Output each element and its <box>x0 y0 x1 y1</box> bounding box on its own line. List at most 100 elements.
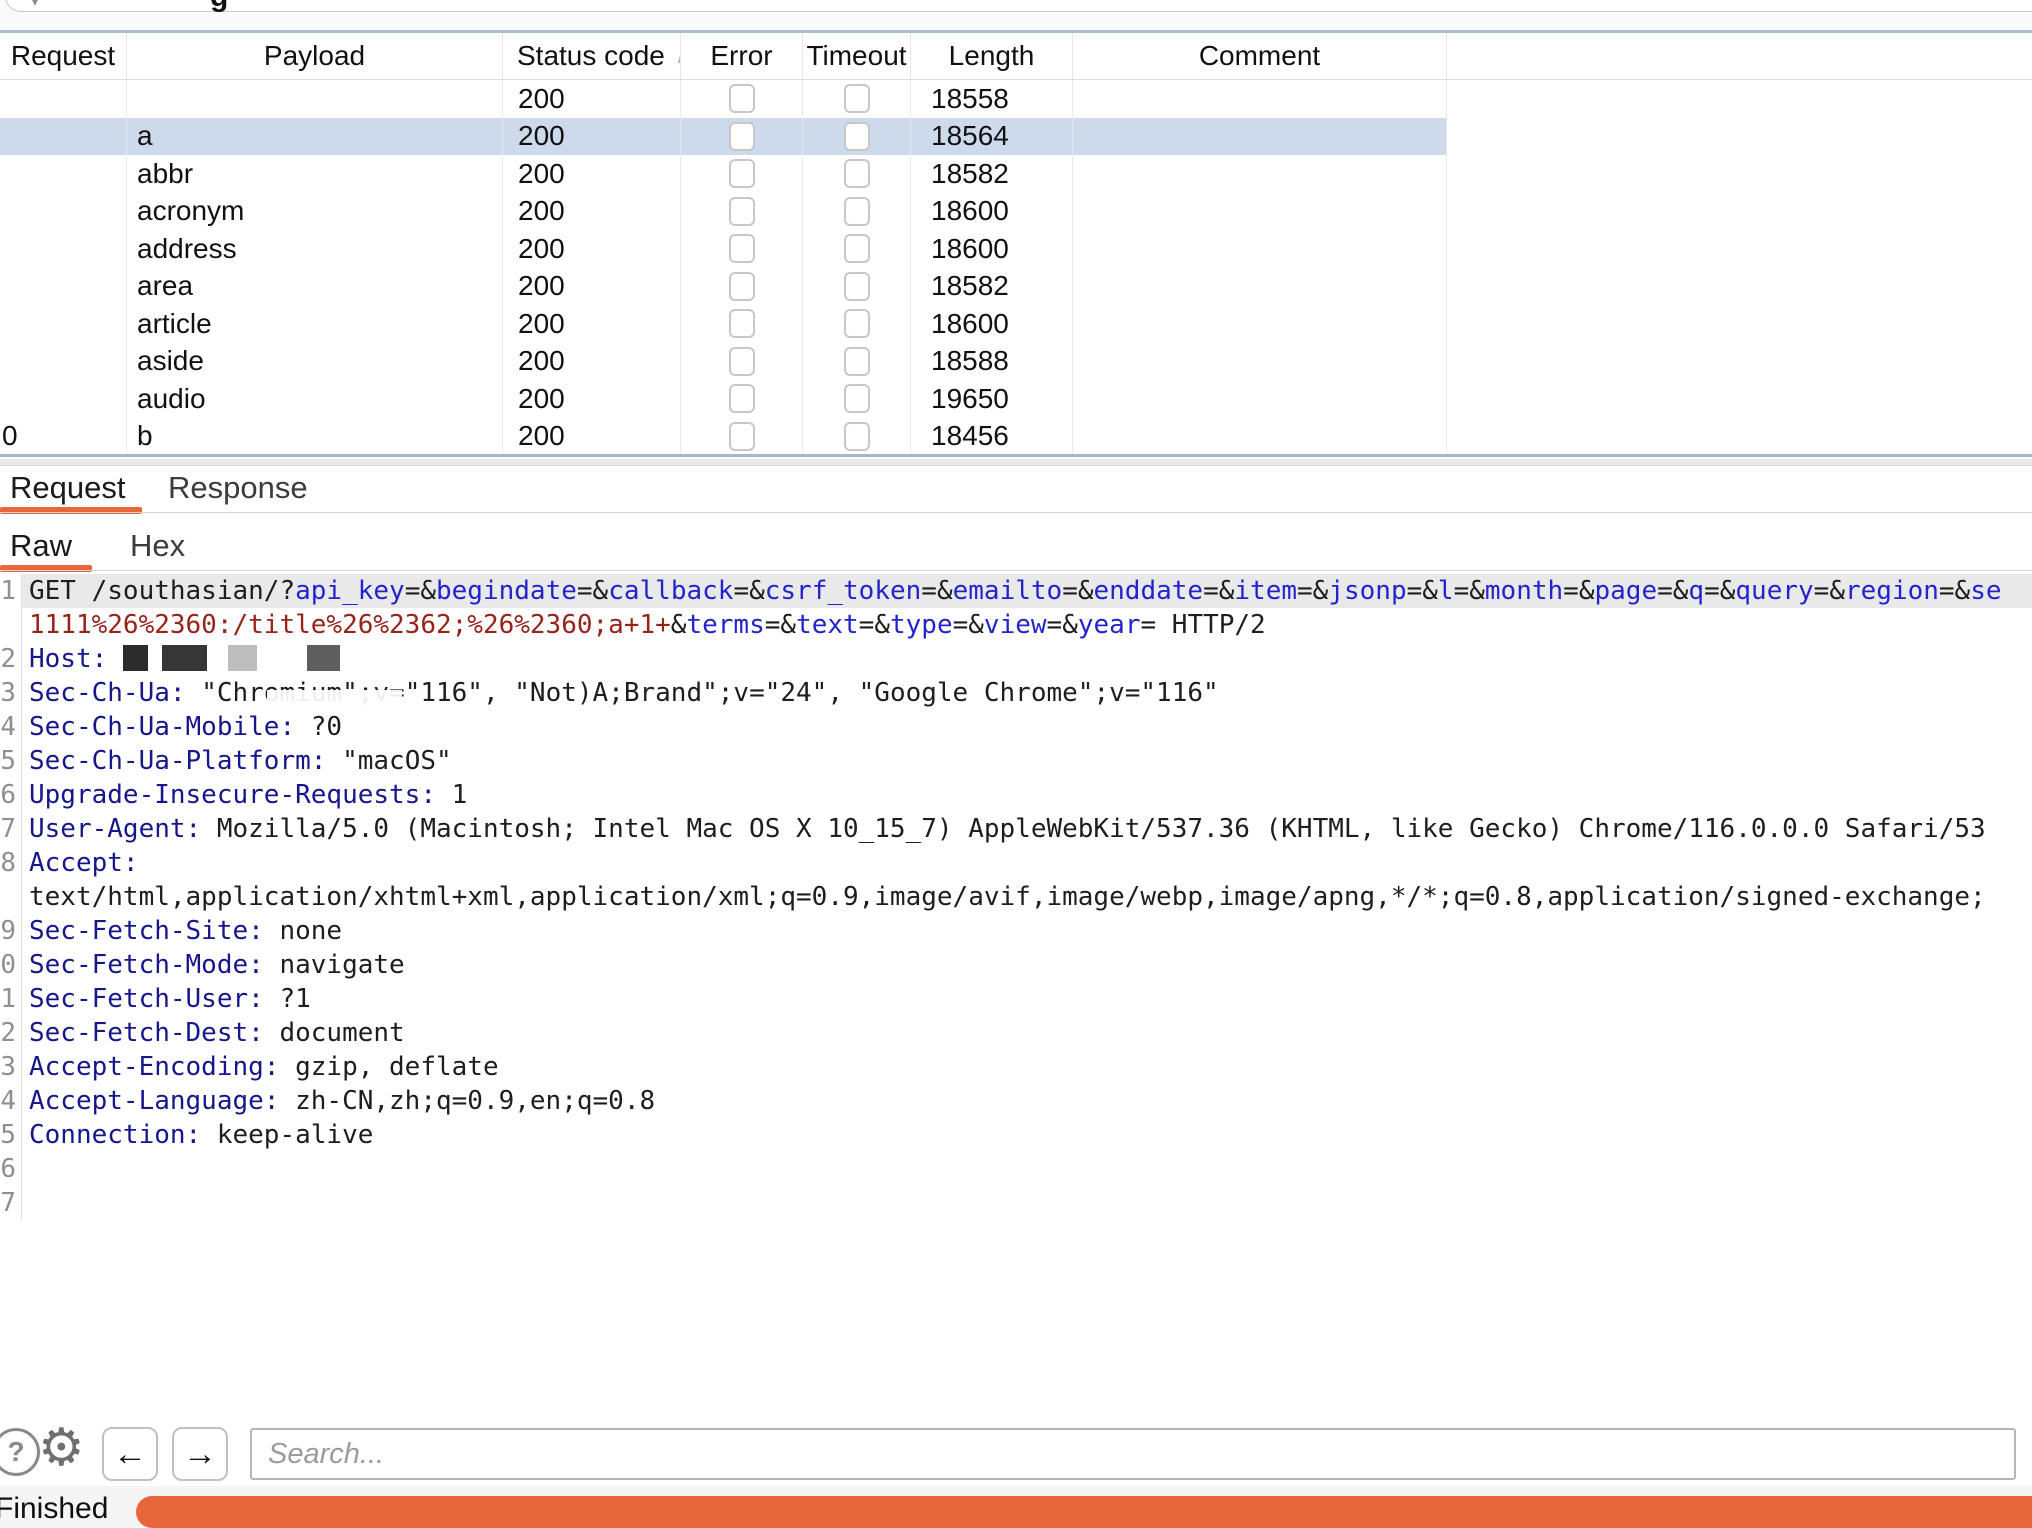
request-line: 5Connection: keep-alive <box>0 1118 2032 1152</box>
table-row[interactable]: 20018558 <box>0 80 1447 118</box>
error-checkbox[interactable] <box>729 122 755 151</box>
code-segment-name: Connection: <box>29 1120 201 1150</box>
error-checkbox[interactable] <box>729 234 755 263</box>
code-segment-plain: =& <box>1297 576 1328 606</box>
next-match-button[interactable]: → <box>172 1427 228 1481</box>
splitter-bar[interactable] <box>0 454 2032 457</box>
request-line: 2Sec-Fetch-Dest: document <box>0 1016 2032 1050</box>
help-icon[interactable]: ? <box>0 1428 40 1476</box>
column-header-payload[interactable]: Payload <box>127 33 503 79</box>
cell-error <box>681 230 803 268</box>
table-row[interactable]: a20018564 <box>0 118 1447 156</box>
table-row[interactable]: 0b20018456 <box>0 418 1447 456</box>
tab-hex[interactable]: Hex <box>130 528 185 564</box>
line-number <box>0 880 22 914</box>
table-row[interactable]: audio20019650 <box>0 380 1447 418</box>
code-segment-plain: 1 <box>436 780 467 810</box>
panel-splitter[interactable] <box>0 454 2032 468</box>
request-line: 8Accept: <box>0 846 2032 880</box>
timeout-checkbox[interactable] <box>844 84 870 113</box>
tab-raw[interactable]: Raw <box>10 528 72 564</box>
code-segment-plain: =& <box>859 610 890 640</box>
column-header-label: Length <box>949 40 1035 72</box>
gear-icon[interactable]: ⚙ <box>38 1418 85 1478</box>
code-segment-param: jsonp <box>1328 576 1406 606</box>
code-segment-param: api_key <box>295 576 405 606</box>
timeout-checkbox[interactable] <box>844 347 870 376</box>
code-segment-name: Sec-Fetch-Site: <box>29 916 264 946</box>
error-checkbox[interactable] <box>729 197 755 226</box>
cell-status-code: 200 <box>503 343 681 381</box>
line-number: 7 <box>0 1186 22 1220</box>
code-segment-plain: =& <box>1454 576 1485 606</box>
table-row[interactable]: abbr20018582 <box>0 155 1447 193</box>
line-content: Sec-Ch-Ua: "Chromium";v="116", "Not)A;Br… <box>22 676 2032 710</box>
error-checkbox[interactable] <box>729 159 755 188</box>
cell-timeout <box>803 118 911 156</box>
line-content: GET /southasian/?api_key=&begindate=&cal… <box>22 574 2032 608</box>
timeout-checkbox[interactable] <box>844 422 870 451</box>
tab-response[interactable]: Response <box>168 470 308 506</box>
tab-request[interactable]: Request <box>10 470 125 506</box>
timeout-checkbox[interactable] <box>844 197 870 226</box>
cell-length: 18564 <box>911 118 1073 156</box>
cell-error <box>681 80 803 118</box>
error-checkbox[interactable] <box>729 272 755 301</box>
cell-payload: address <box>127 230 503 268</box>
line-number: 3 <box>0 676 22 710</box>
column-header-timeout[interactable]: Timeout <box>803 33 911 79</box>
table-row[interactable]: address20018600 <box>0 230 1447 268</box>
request-line: 4Accept-Language: zh-CN,zh;q=0.9,en;q=0.… <box>0 1084 2032 1118</box>
cell-comment <box>1073 380 1447 418</box>
timeout-checkbox[interactable] <box>844 309 870 338</box>
code-segment-plain: zh-CN,zh;q=0.9,en;q=0.8 <box>279 1086 655 1116</box>
column-header-length[interactable]: Length <box>911 33 1073 79</box>
error-checkbox[interactable] <box>729 422 755 451</box>
cell-error <box>681 155 803 193</box>
line-content: Sec-Ch-Ua-Platform: "macOS" <box>22 744 2032 778</box>
left-arrow-icon: ← <box>113 1435 147 1474</box>
cell-length: 18582 <box>911 155 1073 193</box>
code-segment-plain: =& <box>921 576 952 606</box>
timeout-checkbox[interactable] <box>844 159 870 188</box>
column-header-status-code[interactable]: Status code∧ <box>503 33 681 79</box>
code-segment-param: se <box>1970 576 2001 606</box>
search-input[interactable] <box>250 1428 2016 1480</box>
column-header-error[interactable]: Error <box>681 33 803 79</box>
format-tabs-divider <box>0 570 2032 571</box>
request-line: 7 <box>0 1186 2032 1220</box>
intruder-results-window: { "top_fragment": {"clipped_text": "g"},… <box>0 0 2032 1528</box>
code-segment-param: callback <box>608 576 733 606</box>
timeout-checkbox[interactable] <box>844 122 870 151</box>
cell-status-code: 200 <box>503 230 681 268</box>
error-checkbox[interactable] <box>729 84 755 113</box>
table-row[interactable]: article20018600 <box>0 305 1447 343</box>
table-row[interactable]: area20018582 <box>0 268 1447 306</box>
request-line: 1111%26%2360:/title%26%2362;%26%2360;a+1… <box>0 608 2032 642</box>
table-row[interactable]: aside20018588 <box>0 343 1447 381</box>
cell-comment <box>1073 343 1447 381</box>
line-number: 5 <box>0 744 22 778</box>
raw-request-editor[interactable]: 1GET /southasian/?api_key=&begindate=&ca… <box>0 574 2032 1414</box>
cell-length: 18558 <box>911 80 1073 118</box>
line-content: Accept-Language: zh-CN,zh;q=0.9,en;q=0.8 <box>22 1084 2032 1118</box>
error-checkbox[interactable] <box>729 384 755 413</box>
attack-progress-bar <box>136 1496 2032 1528</box>
previous-match-button[interactable]: ← <box>102 1427 158 1481</box>
code-segment-name: Sec-Ch-Ua-Platform: <box>29 746 326 776</box>
error-checkbox[interactable] <box>729 347 755 376</box>
timeout-checkbox[interactable] <box>844 234 870 263</box>
column-header-request[interactable]: Request <box>0 33 127 79</box>
error-checkbox[interactable] <box>729 309 755 338</box>
code-segment-name: Accept-Encoding: <box>29 1052 279 1082</box>
cell-comment <box>1073 268 1447 306</box>
code-segment-name: Sec-Fetch-User: <box>29 984 264 1014</box>
cell-timeout <box>803 268 911 306</box>
timeout-checkbox[interactable] <box>844 384 870 413</box>
code-segment-plain: document <box>264 1018 405 1048</box>
code-segment-plain: HTTP/2 <box>1156 610 1266 640</box>
column-header-comment[interactable]: Comment <box>1073 33 1447 79</box>
timeout-checkbox[interactable] <box>844 272 870 301</box>
code-segment-name: Accept-Language: <box>29 1086 279 1116</box>
table-row[interactable]: acronym20018600 <box>0 193 1447 231</box>
